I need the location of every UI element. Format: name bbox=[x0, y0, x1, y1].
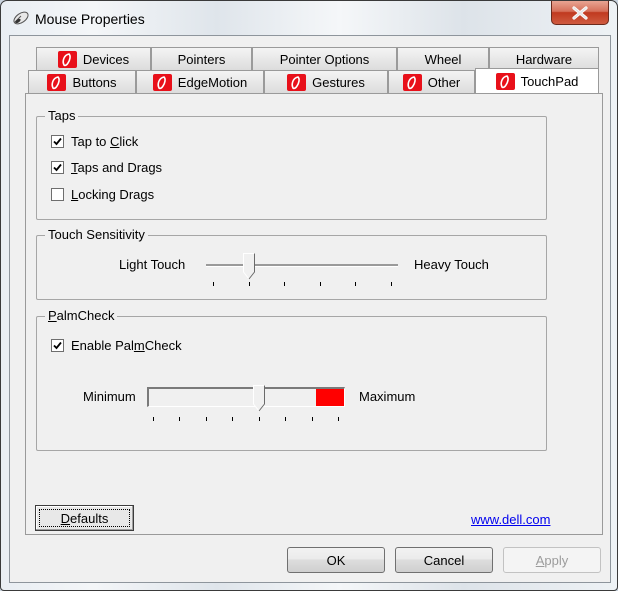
tab-label: Buttons bbox=[72, 74, 117, 90]
slider-thumb[interactable] bbox=[253, 385, 265, 412]
touch-sensitivity-title: Touch Sensitivity bbox=[45, 228, 148, 242]
slider-tick bbox=[259, 417, 260, 421]
checkbox-label: Taps and Drags bbox=[71, 160, 163, 175]
tab-touchpad[interactable]: TouchPad bbox=[475, 68, 599, 93]
slider-tick bbox=[249, 282, 250, 286]
enable-palmcheck-checkbox[interactable]: Enable PalmCheck bbox=[51, 338, 182, 353]
apply-button[interactable]: Apply bbox=[503, 547, 601, 573]
touchpad-tab-panel: Taps Tap to Click Taps and Drags Locking… bbox=[25, 93, 603, 535]
slider-tick bbox=[232, 417, 233, 421]
dell-synaptics-icon bbox=[152, 73, 172, 91]
tab-buttons[interactable]: Buttons bbox=[28, 70, 136, 93]
defaults-button[interactable]: Defaults bbox=[35, 505, 134, 531]
dialog-client-area: Devices Pointers Pointer Options Wheel H… bbox=[9, 35, 611, 583]
window-title: Mouse Properties bbox=[35, 11, 145, 27]
dell-synaptics-icon bbox=[402, 73, 422, 91]
minimum-label: Minimum bbox=[83, 389, 136, 404]
tab-label: TouchPad bbox=[520, 73, 579, 89]
tab-gestures[interactable]: Gestures bbox=[264, 70, 388, 93]
taps-group-title: Taps bbox=[45, 109, 79, 123]
slider-tick bbox=[179, 417, 180, 421]
tab-pointers[interactable]: Pointers bbox=[151, 47, 252, 70]
checkbox-label: Tap to Click bbox=[71, 134, 139, 149]
taps-group: Taps Tap to Click Taps and Drags Locking… bbox=[36, 109, 547, 220]
checkmark-icon bbox=[53, 163, 62, 172]
checkbox-label: Enable PalmCheck bbox=[71, 338, 182, 353]
tab-wheel[interactable]: Wheel bbox=[397, 47, 489, 70]
locking-drags-checkbox[interactable]: Locking Drags bbox=[51, 187, 154, 202]
checkmark-icon bbox=[53, 137, 62, 146]
defaults-label: Defaults bbox=[60, 510, 109, 526]
slider-tick bbox=[153, 417, 154, 421]
slider-tick bbox=[284, 282, 285, 286]
palmcheck-group: PalmCheck Enable PalmCheck Minimum Maxim… bbox=[36, 309, 547, 451]
light-touch-label: Light Touch bbox=[119, 257, 186, 272]
dell-synaptics-icon bbox=[57, 50, 77, 68]
tab-label: Hardware bbox=[515, 51, 573, 67]
dell-synaptics-icon bbox=[495, 72, 515, 90]
slider-track bbox=[147, 387, 345, 407]
touch-sensitivity-group: Touch Sensitivity Light Touch Heavy Touc… bbox=[36, 228, 547, 300]
slider-level-fill bbox=[316, 389, 344, 406]
close-button[interactable] bbox=[551, 1, 609, 25]
dell-website-link[interactable]: www.dell.com bbox=[471, 512, 550, 527]
apply-label: Apply bbox=[535, 552, 569, 568]
tab-label: Pointer Options bbox=[279, 51, 370, 67]
palmcheck-slider[interactable] bbox=[147, 382, 345, 422]
slider-tick bbox=[312, 417, 313, 421]
mouse-icon bbox=[13, 11, 29, 25]
tab-label: Devices bbox=[82, 51, 130, 67]
tap-to-click-checkbox[interactable]: Tap to Click bbox=[51, 134, 138, 149]
tab-pointer-options[interactable]: Pointer Options bbox=[252, 47, 397, 70]
dell-synaptics-icon bbox=[287, 73, 307, 91]
checkmark-icon bbox=[53, 341, 62, 350]
tab-label: Pointers bbox=[177, 51, 226, 67]
tab-label: Gestures bbox=[312, 74, 365, 90]
checkbox-box[interactable] bbox=[51, 161, 64, 174]
maximum-label: Maximum bbox=[359, 389, 416, 404]
slider-tick bbox=[320, 282, 321, 286]
tab-edgemotion[interactable]: EdgeMotion bbox=[136, 70, 264, 93]
slider-tick bbox=[213, 282, 214, 286]
checkbox-label: Locking Drags bbox=[71, 187, 155, 202]
taps-and-drags-checkbox[interactable]: Taps and Drags bbox=[51, 160, 162, 175]
tab-devices[interactable]: Devices bbox=[36, 47, 151, 70]
slider-tick bbox=[355, 282, 356, 286]
tab-other[interactable]: Other bbox=[388, 70, 475, 93]
ok-button[interactable]: OK bbox=[287, 547, 385, 573]
title-bar[interactable]: Mouse Properties bbox=[1, 1, 617, 35]
tab-hardware[interactable]: Hardware bbox=[489, 47, 599, 70]
dell-synaptics-icon bbox=[47, 73, 67, 91]
cancel-button[interactable]: Cancel bbox=[395, 547, 493, 573]
palmcheck-title: PalmCheck bbox=[45, 309, 118, 323]
tab-label: Other bbox=[427, 74, 461, 90]
slider-tick bbox=[285, 417, 286, 421]
slider-tick bbox=[338, 417, 339, 421]
slider-thumb[interactable] bbox=[243, 253, 255, 280]
slider-tick bbox=[391, 282, 392, 286]
checkbox-box[interactable] bbox=[51, 339, 64, 352]
close-icon bbox=[572, 5, 588, 20]
checkbox-box[interactable] bbox=[51, 135, 64, 148]
slider-track bbox=[206, 264, 398, 267]
checkbox-box[interactable] bbox=[51, 188, 64, 201]
touch-sensitivity-slider[interactable] bbox=[206, 250, 398, 290]
heavy-touch-label: Heavy Touch bbox=[414, 257, 489, 272]
tab-label: EdgeMotion bbox=[177, 74, 248, 90]
tab-label: Wheel bbox=[424, 51, 462, 67]
slider-tick bbox=[206, 417, 207, 421]
mouse-properties-window: Mouse Properties Devices Pointers Pointe… bbox=[0, 0, 618, 591]
